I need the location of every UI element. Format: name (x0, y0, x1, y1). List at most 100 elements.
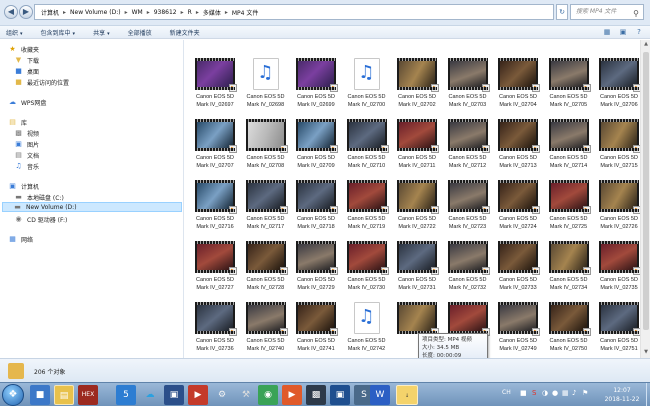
file-tile[interactable]: ▶ Canon EOS 5D Mark IV_02710 (342, 119, 392, 179)
download-manager-icon[interactable]: ↓ (396, 385, 418, 405)
vertical-scrollbar[interactable]: ▲ ▼ (640, 40, 650, 358)
file-tile[interactable]: ▶ Canon EOS 5D Mark IV_02723 (443, 180, 493, 240)
sidebar-item-favorites[interactable]: ★ 收藏夹 (8, 44, 39, 54)
file-tile[interactable]: ▶ Canon EOS 5D Mark IV_02730 (342, 241, 392, 301)
file-tile[interactable]: ▶ Canon EOS 5D Mark IV_02702 (392, 58, 442, 118)
sidebar-item-computer[interactable]: ▣ 计算机 (8, 181, 39, 191)
file-tile[interactable]: ▶ Canon EOS 5D Mark IV_02736 (190, 302, 240, 358)
share-button[interactable]: 共享 ▾ (93, 28, 110, 37)
back-arrow-icon[interactable]: ◀ (4, 5, 18, 19)
sidebar-item-pictures[interactable]: ▣ 图片 (14, 139, 39, 149)
breadcrumb[interactable]: 计算机 ▸ New Volume (D:) ▸ WM ▸ 938612 ▸ R ▸ 多媒体… (34, 4, 554, 20)
organize-button[interactable]: 组织 ▾ (6, 28, 23, 37)
file-tile[interactable]: ▶ Canon EOS 5D Mark IV_02716 (190, 180, 240, 240)
video-editor-icon[interactable]: ▩ (306, 385, 326, 405)
file-tile[interactable]: ▶ Canon EOS 5D Mark IV_02734 (544, 241, 594, 301)
file-tile[interactable]: ▶ Canon EOS 5D Mark IV_02728 (241, 241, 291, 301)
file-tile[interactable]: ▶ Canon EOS 5D Mark IV_02699 (291, 58, 341, 118)
sidebar-item-wps[interactable]: ☁ WPS网盘 (8, 97, 46, 107)
search-icon[interactable]: ⚲ (633, 7, 639, 19)
file-tile[interactable]: ▶ Canon EOS 5D Mark IV_02732 (443, 241, 493, 301)
refresh-icon[interactable]: ↻ (556, 4, 568, 20)
file-tile[interactable]: ♫ Canon EOS 5D Mark IV_02700 (342, 58, 392, 118)
show-desktop-button[interactable] (646, 383, 650, 406)
file-tile[interactable]: ▶ Canon EOS 5D Mark IV_02715 (594, 119, 640, 179)
file-tile[interactable]: ♫ Canon EOS 5D Mark IV_02742 (342, 302, 392, 358)
display-app-icon[interactable]: ▣ (330, 385, 350, 405)
crumb-mp4[interactable]: MP4 文件 (232, 8, 259, 17)
file-tile[interactable]: ▶ Canon EOS 5D Mark IV_02709 (291, 119, 341, 179)
file-tile[interactable]: ▶ Canon EOS 5D Mark IV_02722 (392, 180, 442, 240)
start-button[interactable]: ❖ (2, 384, 24, 406)
sidebar-item-documents[interactable]: ▤ 文档 (14, 150, 39, 160)
file-tile[interactable]: ▶ Canon EOS 5D Mark IV_02750 (544, 302, 594, 358)
include-library-button[interactable]: 包含到库中 ▾ (41, 28, 76, 37)
wps-writer-icon[interactable]: W (370, 385, 390, 405)
file-tile[interactable]: ▶ Canon EOS 5D Mark IV_02724 (493, 180, 543, 240)
network-tray-icon[interactable]: ▦ (562, 389, 569, 397)
new-folder-button[interactable]: 新建文件夹 (170, 28, 200, 37)
crumb-938612[interactable]: 938612 (154, 9, 177, 16)
tools-icon[interactable]: ⚒ (236, 385, 256, 405)
file-tile[interactable]: ▶ Canon EOS 5D Mark IV_02731 (392, 241, 442, 301)
crumb-computer[interactable]: 计算机 (41, 8, 59, 17)
sogou-input-icon[interactable]: S (532, 389, 536, 397)
sidebar-item-music[interactable]: ♫ 音乐 (14, 161, 39, 171)
file-tile[interactable]: ▶ Canon EOS 5D Mark IV_02706 (594, 58, 640, 118)
browser-icon[interactable]: ◉ (258, 385, 278, 405)
view-options-icon[interactable]: ▦ (602, 27, 612, 37)
scroll-thumb[interactable] (643, 52, 649, 330)
search-input[interactable]: 搜索 MP4 文件 ⚲ (570, 4, 644, 20)
hex-app-icon[interactable]: HEX (78, 385, 98, 405)
file-tile[interactable]: ▶ Canon EOS 5D Mark IV_02740 (241, 302, 291, 358)
media-app-icon[interactable]: ▶ (188, 385, 208, 405)
preview-pane-icon[interactable]: ▣ (618, 27, 628, 37)
crumb-wm[interactable]: WM (132, 9, 143, 16)
file-tile[interactable]: ▶ Canon EOS 5D Mark IV_02707 (190, 119, 240, 179)
sidebar-item-desktop[interactable]: ■ 桌面 (14, 66, 39, 76)
file-tile[interactable]: ▶ Canon EOS 5D Mark IV_02717 (241, 180, 291, 240)
sidebar-item-local-disk[interactable]: ▬ 本地磁盘 (C:) (14, 192, 64, 202)
file-tile[interactable]: ▶ Canon EOS 5D Mark IV_02735 (594, 241, 640, 301)
folder-taskbar-icon[interactable]: ▤ (54, 385, 74, 405)
file-tile[interactable]: ♫ Canon EOS 5D Mark IV_02698 (241, 58, 291, 118)
forward-arrow-icon[interactable]: ▶ (19, 5, 33, 19)
player-icon[interactable]: ▶ (282, 385, 302, 405)
sidebar-item-network[interactable]: ▦ 网络 (8, 234, 33, 244)
file-tile[interactable]: ▶ Canon EOS 5D Mark IV_02726 (594, 180, 640, 240)
help-icon[interactable]: ? (634, 27, 644, 37)
file-tile[interactable]: ▶ Canon EOS 5D Mark IV_02729 (291, 241, 341, 301)
settings-icon[interactable]: ⚙ (212, 385, 232, 405)
file-tile[interactable]: ▶ Canon EOS 5D Mark IV_02708 (241, 119, 291, 179)
file-tile[interactable]: ▶ Canon EOS 5D Mark IV_02751 (594, 302, 640, 358)
baidu-netdisk-icon[interactable]: ☁ (140, 385, 160, 405)
app-5-icon[interactable]: 5 (116, 385, 136, 405)
sidebar-item-cd-drive[interactable]: ◉ CD 驱动器 (F:) (14, 214, 67, 224)
file-tile[interactable]: ▶ Canon EOS 5D Mark IV_02749 (493, 302, 543, 358)
file-tile[interactable]: ▶ Canon EOS 5D Mark IV_02741 (291, 302, 341, 358)
taskbar-clock[interactable]: 12:07 2018-11-22 (602, 386, 642, 404)
scroll-down-icon[interactable]: ▼ (642, 349, 650, 357)
file-tile[interactable]: ▶ Canon EOS 5D Mark IV_02733 (493, 241, 543, 301)
sidebar-item-recent[interactable]: ■ 最近访问的位置 (14, 77, 69, 87)
crumb-volume[interactable]: New Volume (D:) (70, 9, 121, 16)
explorer-taskbar-icon[interactable]: ■ (30, 385, 50, 405)
sidebar-item-new-volume[interactable]: ▬ New Volume (D:) (2, 202, 182, 212)
scroll-up-icon[interactable]: ▲ (642, 41, 650, 49)
crumb-r[interactable]: R (188, 9, 192, 16)
mic-icon[interactable]: ● (552, 389, 558, 397)
input-mode-icon[interactable]: ◑ (542, 389, 548, 397)
volume-icon[interactable]: ♪ (572, 389, 576, 397)
file-tile[interactable]: ▶ Canon EOS 5D Mark IV_02714 (544, 119, 594, 179)
file-tile[interactable]: ▶ Canon EOS 5D Mark IV_02727 (190, 241, 240, 301)
file-tile[interactable]: ▶ Canon EOS 5D Mark IV_02704 (493, 58, 543, 118)
file-tile[interactable]: ▶ Canon EOS 5D Mark IV_02711 (392, 119, 442, 179)
photo-app-icon[interactable]: ▣ (164, 385, 184, 405)
play-all-button[interactable]: 全部播放 (128, 28, 152, 37)
crumb-multimedia[interactable]: 多媒体 (203, 8, 221, 17)
file-tile[interactable]: ▶ Canon EOS 5D Mark IV_02718 (291, 180, 341, 240)
sidebar-item-videos[interactable]: ▩ 视频 (14, 128, 39, 138)
tray-app-icon[interactable]: ■ (520, 389, 527, 397)
flag-icon[interactable]: ⚑ (582, 389, 588, 397)
file-tile[interactable]: ▶ Canon EOS 5D Mark IV_02712 (443, 119, 493, 179)
